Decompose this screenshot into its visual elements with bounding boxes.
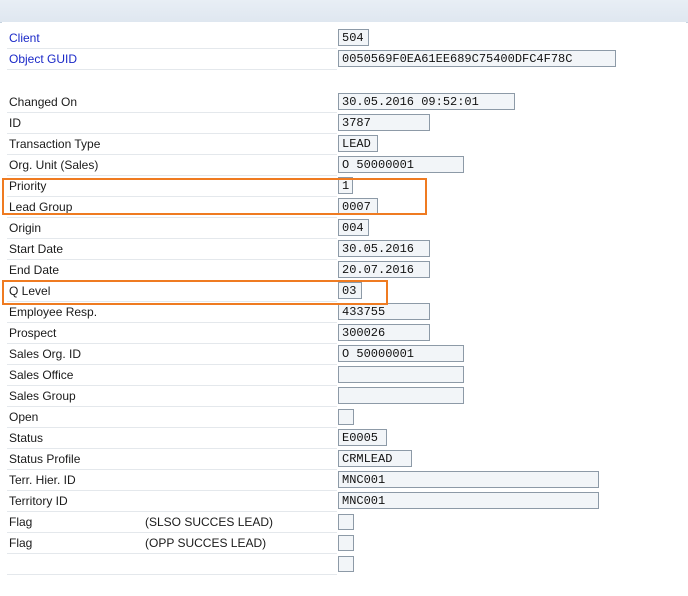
transaction-type-label: Transaction Type [7, 134, 337, 155]
origin-label: Origin [7, 218, 337, 239]
status-profile-label: Status Profile [7, 449, 337, 470]
sales-org-id-field[interactable]: O 50000001 [338, 345, 464, 362]
row-territory-id: Territory ID MNC001 [7, 491, 685, 512]
priority-field[interactable]: 1 [338, 177, 353, 194]
row-transaction-type: Transaction Type LEAD [7, 134, 685, 155]
end-date-field[interactable]: 20.07.2016 [338, 261, 430, 278]
territory-id-field[interactable]: MNC001 [338, 492, 599, 509]
q-level-label: Q Level [7, 281, 337, 302]
row-lead-group: Lead Group 0007 [7, 197, 685, 218]
row-status: Status E0005 [7, 428, 685, 449]
row-changed-on: Changed On 30.05.2016 09:52:01 [7, 92, 685, 113]
row-terr-hier-id: Terr. Hier. ID MNC001 [7, 470, 685, 491]
terr-hier-id-field[interactable]: MNC001 [338, 471, 599, 488]
flag-slso-sublabel: (SLSO SUCCES LEAD) [145, 515, 274, 529]
status-field[interactable]: E0005 [338, 429, 387, 446]
row-sales-group: Sales Group [7, 386, 685, 407]
lead-group-label: Lead Group [7, 197, 337, 218]
client-field[interactable]: 504 [338, 29, 369, 46]
row-flag-slso: Flag (SLSO SUCCES LEAD) [7, 512, 685, 533]
flag-opp-checkbox[interactable] [338, 535, 354, 551]
sales-group-label: Sales Group [7, 386, 337, 407]
row-origin: Origin 004 [7, 218, 685, 239]
row-sales-org-id: Sales Org. ID O 50000001 [7, 344, 685, 365]
open-checkbox[interactable] [338, 409, 354, 425]
flag-opp-sublabel: (OPP SUCCES LEAD) [145, 536, 267, 550]
prospect-label: Prospect [7, 323, 337, 344]
id-label: ID [7, 113, 337, 134]
row-org-unit: Org. Unit (Sales) O 50000001 [7, 155, 685, 176]
sales-office-field[interactable] [338, 366, 464, 383]
object-guid-label[interactable]: Object GUID [7, 49, 337, 70]
sales-group-field[interactable] [338, 387, 464, 404]
row-priority: Priority 1 [7, 176, 685, 197]
row-sales-office: Sales Office [7, 365, 685, 386]
empty-label [7, 554, 337, 575]
flag-slso-checkbox[interactable] [338, 514, 354, 530]
org-unit-field[interactable]: O 50000001 [338, 156, 464, 173]
prospect-field[interactable]: 300026 [338, 324, 430, 341]
id-field[interactable]: 3787 [338, 114, 430, 131]
transaction-type-field[interactable]: LEAD [338, 135, 378, 152]
status-label: Status [7, 428, 337, 449]
start-date-label: Start Date [7, 239, 337, 260]
row-status-profile: Status Profile CRMLEAD [7, 449, 685, 470]
row-end-date: End Date 20.07.2016 [7, 260, 685, 281]
terr-hier-id-label: Terr. Hier. ID [7, 470, 337, 491]
open-label: Open [7, 407, 337, 428]
row-flag-opp: Flag (OPP SUCCES LEAD) [7, 533, 685, 554]
object-guid-field[interactable]: 0050569F0EA61EE689C75400DFC4F78C [338, 50, 616, 67]
territory-id-label: Territory ID [7, 491, 337, 512]
end-date-label: End Date [7, 260, 337, 281]
row-q-level: Q Level 03 [7, 281, 685, 302]
org-unit-label: Org. Unit (Sales) [7, 155, 337, 176]
row-start-date: Start Date 30.05.2016 [7, 239, 685, 260]
empty-checkbox[interactable] [338, 556, 354, 572]
changed-on-field[interactable]: 30.05.2016 09:52:01 [338, 93, 515, 110]
status-profile-field[interactable]: CRMLEAD [338, 450, 412, 467]
sales-office-label: Sales Office [7, 365, 337, 386]
row-object-guid: Object GUID 0050569F0EA61EE689C75400DFC4… [7, 49, 685, 70]
row-open: Open [7, 407, 685, 428]
q-level-field[interactable]: 03 [338, 282, 362, 299]
start-date-field[interactable]: 30.05.2016 [338, 240, 430, 257]
origin-field[interactable]: 004 [338, 219, 369, 236]
client-label[interactable]: Client [7, 28, 337, 49]
details-panel: Client 504 Object GUID 0050569F0EA61EE68… [2, 22, 686, 580]
lead-group-field[interactable]: 0007 [338, 198, 378, 215]
row-id: ID 3787 [7, 113, 685, 134]
row-prospect: Prospect 300026 [7, 323, 685, 344]
changed-on-label: Changed On [7, 92, 337, 113]
employee-resp-field[interactable]: 433755 [338, 303, 430, 320]
employee-resp-label: Employee Resp. [7, 302, 337, 323]
title-bar [0, 0, 688, 23]
row-employee-resp: Employee Resp. 433755 [7, 302, 685, 323]
row-empty [7, 554, 685, 575]
row-client: Client 504 [7, 28, 685, 49]
priority-label: Priority [7, 176, 337, 197]
sales-org-id-label: Sales Org. ID [7, 344, 337, 365]
